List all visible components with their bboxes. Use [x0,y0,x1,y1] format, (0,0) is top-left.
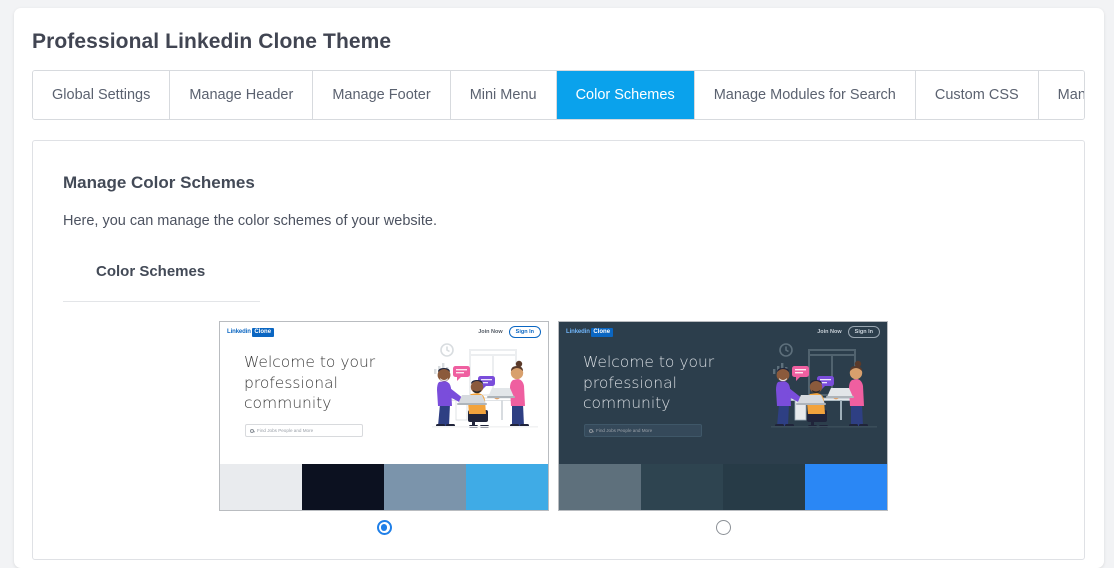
preview-nav-actions: Join Now Sign In [817,326,880,338]
tab-label: Manage Fonts [1057,87,1085,103]
panel-description: Here, you can manage the color schemes o… [63,213,437,229]
scheme-radio-light[interactable] [376,520,392,535]
preview-hero-heading: Welcome to your professional community [244,353,376,413]
tab-global-settings[interactable]: Global Settings [33,71,171,119]
tab-label: Global Settings [52,87,151,103]
preview-logo: Linkedin Clone [566,327,613,337]
scheme-radio-dark[interactable] [715,520,731,535]
scheme-swatch-4 [805,464,887,510]
scheme-swatch-2 [302,464,384,510]
tab-custom-css[interactable]: Custom CSS [915,71,1039,119]
tab-label: Custom CSS [934,87,1019,103]
preview-logo-word: Linkedin [227,329,251,335]
search-icon [589,428,593,433]
tab-label: Manage Modules for Search [713,87,896,103]
scheme-swatch-3 [723,464,805,510]
preview-sign-in-button[interactable]: Sign In [508,326,541,338]
scheme-radio-row [558,520,888,535]
preview-join-now-button[interactable]: Join Now [817,329,841,335]
preview-logo-badge: Clone [251,327,274,337]
preview-search-placeholder: Find Jobs People and More [596,428,653,433]
preview-viewport: Linkedin Clone Join Now Sign In Welcome t… [559,322,887,464]
tab-manage-header[interactable]: Manage Header [170,71,314,119]
scheme-dark: Linkedin Clone Join Now Sign In Welcome t… [558,321,888,535]
scheme-swatch-3 [384,464,466,510]
page-title: Professional Linkedin Clone Theme [32,30,392,53]
tab-label: Color Schemes [575,87,675,103]
subsection-label: Color Schemes [96,263,206,280]
color-schemes-subsection: Color Schemes [63,259,260,302]
preview-illustration [765,338,883,439]
scheme-swatch-2 [641,464,723,510]
preview-search-placeholder: Find Jobs People and More [257,428,314,433]
scheme-swatch-strip [559,464,887,510]
search-icon [250,428,254,433]
tab-manage-footer[interactable]: Manage Footer [313,71,451,119]
panel-title: Manage Color Schemes [63,173,255,192]
scheme-preview-card-dark[interactable]: Linkedin Clone Join Now Sign In Welcome t… [558,321,888,511]
tab-label: Manage Footer [332,87,431,103]
tab-manage-modules-for-search[interactable]: Manage Modules for Search [694,71,916,119]
preview-viewport: Linkedin Clone Join Now Sign In Welcome t… [220,322,548,464]
scheme-light: Linkedin Clone Join Now Sign In Welcome t… [219,321,549,535]
team-illustration [432,343,538,428]
scheme-swatch-1 [559,464,641,510]
preview-search-input[interactable]: Find Jobs People and More [245,424,363,437]
scheme-swatch-4 [466,464,548,510]
team-illustration [771,343,877,428]
preview-search-input[interactable]: Find Jobs People and More [584,424,702,437]
preview-nav-actions: Join Now Sign In [478,326,541,338]
theme-settings-card: Professional Linkedin Clone Theme Global… [14,8,1104,568]
preview-hero-heading: Welcome to your professional community [583,353,715,413]
preview-logo-word: Linkedin [566,329,590,335]
tab-label: Manage Header [189,87,294,103]
scheme-swatch-1 [220,464,302,510]
preview-join-now-button[interactable]: Join Now [478,329,502,335]
tab-color-schemes[interactable]: Color Schemes [556,71,695,119]
preview-illustration [426,338,544,439]
preview-logo-badge: Clone [590,327,613,337]
scheme-preview-card-light[interactable]: Linkedin Clone Join Now Sign In Welcome t… [219,321,549,511]
scheme-swatch-strip [220,464,548,510]
tab-mini-menu[interactable]: Mini Menu [450,71,557,119]
preview-sign-in-button[interactable]: Sign In [847,326,880,338]
tab-manage-fonts[interactable]: Manage Fonts [1038,71,1085,119]
scheme-list: Linkedin Clone Join Now Sign In Welcome t… [219,321,888,535]
color-schemes-panel: Manage Color Schemes Here, you can manag… [32,140,1085,560]
theme-tab-bar: Global Settings Manage Header Manage Foote… [32,70,1085,120]
scheme-radio-row [219,520,549,535]
tab-label: Mini Menu [469,87,537,103]
preview-logo: Linkedin Clone [227,327,274,337]
